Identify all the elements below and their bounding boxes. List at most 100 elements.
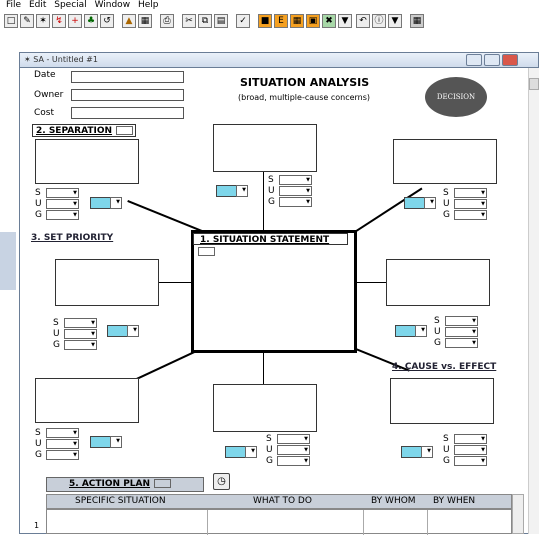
- chart-icon[interactable]: ▣: [306, 14, 320, 28]
- line: [263, 352, 264, 384]
- hand-icon[interactable]: [198, 247, 215, 256]
- s-select[interactable]: [454, 434, 487, 444]
- hand-icon[interactable]: [116, 126, 134, 135]
- priority-dropdown[interactable]: [110, 436, 122, 448]
- date-field[interactable]: [71, 71, 184, 83]
- u-select[interactable]: [454, 445, 487, 455]
- vertical-scrollbar[interactable]: [528, 68, 539, 534]
- grid-icon[interactable]: ▦: [290, 14, 304, 28]
- g-select[interactable]: [46, 450, 79, 460]
- u-select[interactable]: [445, 327, 478, 337]
- cost-label: Cost: [34, 108, 55, 118]
- menu-special[interactable]: Special: [54, 0, 86, 10]
- s-select[interactable]: [277, 434, 310, 444]
- dropdown-icon[interactable]: ▼: [338, 14, 352, 28]
- table-row[interactable]: [46, 509, 512, 535]
- table-scrollbar[interactable]: [512, 494, 524, 534]
- g-label: G: [268, 197, 275, 207]
- g-select[interactable]: [445, 338, 478, 348]
- u-select[interactable]: [46, 199, 79, 209]
- close-button[interactable]: [502, 54, 518, 66]
- u-select[interactable]: [46, 439, 79, 449]
- issue-box-bottom-right[interactable]: [390, 378, 494, 424]
- scroll-thumb[interactable]: [529, 78, 539, 90]
- priority-color-field[interactable]: [107, 325, 129, 337]
- g-select[interactable]: [277, 456, 310, 466]
- priority-color-field[interactable]: [395, 325, 417, 337]
- save-icon[interactable]: ▦: [138, 14, 152, 28]
- hand-icon[interactable]: [154, 479, 172, 488]
- dropdown2-icon[interactable]: ▼: [388, 14, 402, 28]
- menu-edit[interactable]: Edit: [29, 0, 46, 10]
- s-select[interactable]: [445, 316, 478, 326]
- restore-button[interactable]: [484, 54, 500, 66]
- issue-box-bottom-left[interactable]: [35, 378, 139, 423]
- u-select[interactable]: [277, 445, 310, 455]
- cost-field[interactable]: [71, 107, 184, 119]
- tree-icon[interactable]: ♣: [84, 14, 98, 28]
- priority-color-field[interactable]: [225, 446, 247, 458]
- g-select[interactable]: [46, 210, 79, 220]
- set-priority-label: 3. SET PRIORITY: [31, 233, 114, 243]
- plus-icon[interactable]: +: [68, 14, 82, 28]
- menu-window[interactable]: Window: [95, 0, 131, 10]
- cut-icon[interactable]: ✂: [182, 14, 196, 28]
- undo-icon[interactable]: ↶: [356, 14, 370, 28]
- s-select[interactable]: [279, 175, 312, 185]
- separation-header: 2. SEPARATION: [32, 124, 136, 137]
- situation-statement-box[interactable]: [191, 230, 357, 353]
- sa-icon[interactable]: ■: [258, 14, 272, 28]
- priority-dropdown[interactable]: [110, 197, 122, 209]
- clock-icon[interactable]: ◷: [213, 473, 230, 490]
- owner-field[interactable]: [71, 89, 184, 101]
- issue-box-mid-left[interactable]: [55, 259, 159, 306]
- info-icon[interactable]: ⓘ: [372, 14, 386, 28]
- priority-color-field[interactable]: [90, 197, 112, 209]
- issue-box-mid-right[interactable]: [386, 259, 490, 306]
- issue-box-top-left[interactable]: [35, 139, 139, 184]
- spell-icon[interactable]: ✓: [236, 14, 250, 28]
- s-select[interactable]: [46, 428, 79, 438]
- priority-dropdown[interactable]: [415, 325, 427, 337]
- priority-dropdown[interactable]: [236, 185, 248, 197]
- priority-dropdown[interactable]: [421, 446, 433, 458]
- g-select[interactable]: [454, 210, 487, 220]
- folder-icon[interactable]: ▲: [122, 14, 136, 28]
- flag-icon[interactable]: ↯: [52, 14, 66, 28]
- s-select[interactable]: [454, 188, 487, 198]
- s-select[interactable]: [64, 318, 97, 328]
- u-label: U: [266, 445, 273, 455]
- issue-box-bottom-center[interactable]: [213, 384, 317, 432]
- g-select[interactable]: [64, 340, 97, 350]
- grid2-icon[interactable]: ▦: [410, 14, 424, 28]
- e-icon[interactable]: E: [274, 14, 288, 28]
- g-select[interactable]: [454, 456, 487, 466]
- u-label: U: [53, 329, 60, 339]
- u-select[interactable]: [454, 199, 487, 209]
- copy-icon[interactable]: ⧉: [198, 14, 212, 28]
- priority-dropdown[interactable]: [127, 325, 139, 337]
- priority-dropdown[interactable]: [245, 446, 257, 458]
- issue-box-top-right[interactable]: [393, 139, 497, 184]
- g-select[interactable]: [279, 197, 312, 207]
- issue-box-top-center[interactable]: [213, 124, 317, 172]
- priority-color-field[interactable]: [404, 197, 426, 209]
- priority-color-field[interactable]: [90, 436, 112, 448]
- priority-dropdown[interactable]: [424, 197, 436, 209]
- g-label: G: [35, 450, 42, 460]
- paste-icon[interactable]: ▤: [214, 14, 228, 28]
- minimize-button[interactable]: [466, 54, 482, 66]
- tool-icon[interactable]: ✶: [36, 14, 50, 28]
- priority-color-field[interactable]: [216, 185, 238, 197]
- priority-color-field[interactable]: [401, 446, 423, 458]
- u-select[interactable]: [279, 186, 312, 196]
- new-icon[interactable]: □: [4, 14, 18, 28]
- print-icon[interactable]: ⎙: [160, 14, 174, 28]
- x-icon[interactable]: ✖: [322, 14, 336, 28]
- s-select[interactable]: [46, 188, 79, 198]
- open-icon[interactable]: ✎: [20, 14, 34, 28]
- menu-file[interactable]: File: [6, 0, 21, 10]
- rotate-icon[interactable]: ↺: [100, 14, 114, 28]
- u-select[interactable]: [64, 329, 97, 339]
- menu-help[interactable]: Help: [138, 0, 159, 10]
